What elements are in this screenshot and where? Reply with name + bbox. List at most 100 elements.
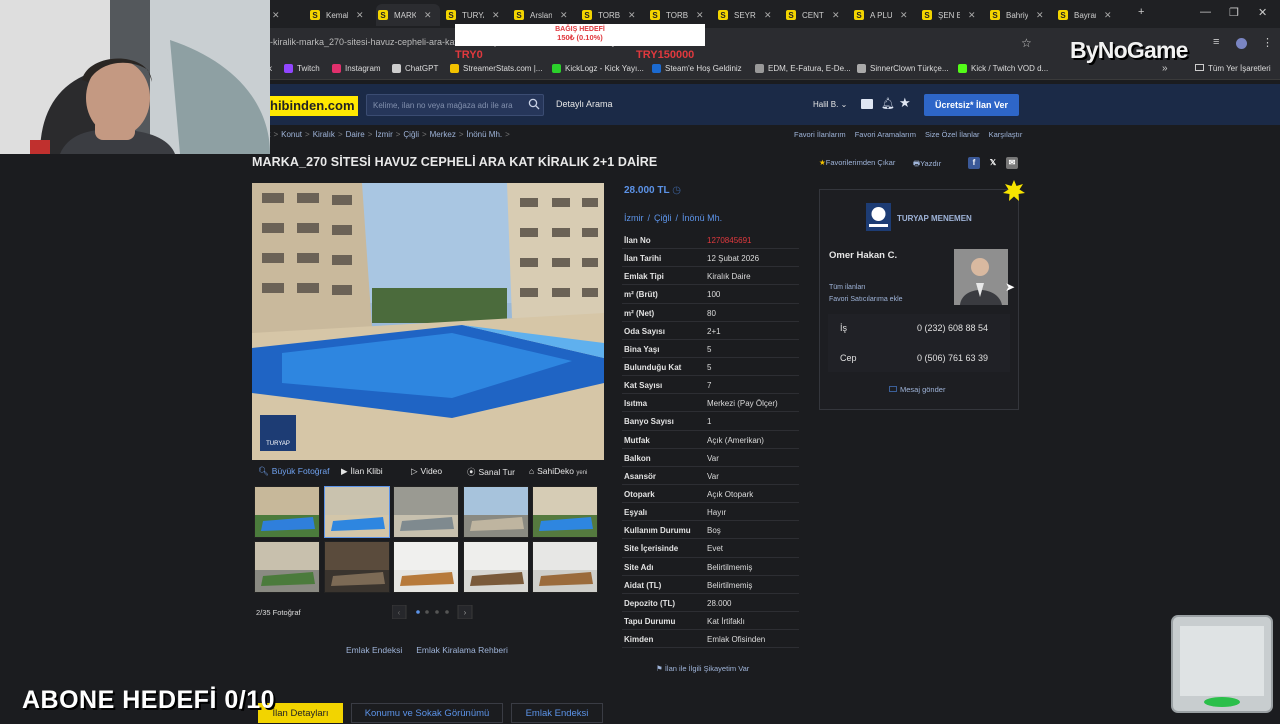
close-tab-icon[interactable]: ✕ xyxy=(628,10,636,21)
sahideko-tab[interactable]: ⌂ SahiDeko yeni xyxy=(529,466,587,476)
email-share-icon[interactable]: ✉ xyxy=(1006,157,1018,169)
extensions-icon[interactable]: ≡ xyxy=(1213,36,1219,48)
top-link[interactable]: Favori Aramalarım xyxy=(855,130,916,139)
browser-tab[interactable]: S TURYAP ✕ xyxy=(444,4,508,26)
close-tab-icon[interactable]: ✕ xyxy=(696,10,704,21)
send-message-link[interactable]: Mesaj gönder xyxy=(889,385,945,394)
browser-tab[interactable]: S MARKA ✕ xyxy=(376,4,440,26)
messages-icon[interactable] xyxy=(861,99,873,109)
bookmarks-overflow-icon[interactable]: » xyxy=(1162,63,1168,74)
close-tab-icon[interactable]: ✕ xyxy=(424,10,432,21)
large-photo-tab[interactable]: 🔍︎ Büyük Fotoğraf xyxy=(258,466,329,477)
close-tab-icon[interactable]: ✕ xyxy=(764,10,772,21)
search-icon[interactable] xyxy=(528,98,540,110)
maximize-icon[interactable]: ❐ xyxy=(1229,6,1239,19)
close-tab-icon[interactable]: ✕ xyxy=(492,10,500,21)
photo-thumbnail[interactable] xyxy=(254,486,320,538)
bell-icon[interactable]: 🔔︎ xyxy=(881,97,895,110)
bookmark-item[interactable]: EDM, E-Fatura, E-De... xyxy=(755,64,851,73)
breadcrumb-item[interactable]: Merkez xyxy=(430,130,456,139)
close-tab-icon[interactable]: ✕ xyxy=(900,10,908,21)
photo-thumbnail[interactable] xyxy=(393,486,459,538)
photo-thumbnail[interactable] xyxy=(323,541,390,593)
new-tab-button[interactable]: + xyxy=(1138,6,1144,18)
profile-avatar[interactable] xyxy=(1236,38,1247,49)
user-menu[interactable]: Halil B. ⌄ xyxy=(813,100,847,109)
all-ads-link[interactable]: Tüm ilanları xyxy=(829,284,866,291)
favorite-remove-link[interactable]: ★Favorilerimden Çıkar xyxy=(819,158,895,167)
browser-tab[interactable]: S ŞEN E ✕ xyxy=(920,4,984,26)
agency-logo[interactable] xyxy=(866,203,891,231)
bottom-tab[interactable]: Konumu ve Sokak Görünümü xyxy=(351,703,503,723)
browser-tab[interactable]: S SEYRE ✕ xyxy=(716,4,780,26)
breadcrumb-item[interactable]: Konut xyxy=(281,130,302,139)
close-tab-icon[interactable]: ✕ xyxy=(356,10,364,21)
close-window-icon[interactable]: ✕ xyxy=(1258,6,1267,19)
photo-thumbnail[interactable] xyxy=(532,486,598,538)
star-icon[interactable]: ☆ xyxy=(1021,36,1032,50)
bookmark-item[interactable]: Instagram xyxy=(332,64,381,73)
close-tab-icon[interactable]: ✕ xyxy=(968,10,976,21)
close-tab-icon[interactable]: ✕ xyxy=(1104,10,1112,21)
browser-tab[interactable]: S TORBA ✕ xyxy=(580,4,644,26)
minimize-icon[interactable]: — xyxy=(1200,6,1211,18)
top-link[interactable]: Size Özel İlanlar xyxy=(925,130,980,139)
photo-thumbnail[interactable] xyxy=(323,486,390,538)
all-bookmarks-link[interactable]: Tüm Yer İşaretleri xyxy=(1195,64,1271,73)
photo-thumbnail[interactable] xyxy=(393,541,459,593)
favorites-star-icon[interactable]: ★ xyxy=(899,95,911,111)
photo-thumbnail[interactable] xyxy=(254,541,320,593)
bookmark-item[interactable]: Twitch xyxy=(284,64,320,73)
top-link[interactable]: Favori İlanlarım xyxy=(794,130,846,139)
bottom-link[interactable]: Emlak Kiralama Rehberi xyxy=(416,645,508,655)
browser-tab[interactable]: S Bayram ✕ xyxy=(1056,4,1120,26)
phone-number[interactable]: 0 (506) 761 63 39 xyxy=(917,353,988,363)
listing-clip-tab[interactable]: ▶ İlan Klibi xyxy=(341,466,383,477)
close-tab-icon[interactable]: ✕ xyxy=(272,4,302,26)
price-history-icon[interactable]: ◷ xyxy=(672,185,681,196)
bookmark-item[interactable]: SinnerClown Türkçe... xyxy=(857,64,949,73)
breadcrumb-item[interactable]: Çiğli xyxy=(403,130,419,139)
bookmark-item[interactable]: Kick / Twitch VOD d... xyxy=(958,64,1048,73)
close-tab-icon[interactable]: ✕ xyxy=(1036,10,1044,21)
print-link[interactable]: 🖶︎Yazdır xyxy=(913,158,941,171)
breadcrumb-item[interactable]: İzmir xyxy=(375,130,392,139)
agency-name[interactable]: TURYAP MENEMEN xyxy=(897,214,972,223)
site-logo[interactable]: hibinden.com xyxy=(268,96,358,116)
search-input[interactable]: Kelime, ilan no veya mağaza adı ile ara xyxy=(366,94,544,116)
video-tab[interactable]: ▷ Video xyxy=(411,466,442,477)
bookmark-item[interactable]: Steam'e Hoş Geldiniz xyxy=(652,64,742,73)
photo-pager[interactable]: ‹ › xyxy=(392,605,474,619)
photo-thumbnail[interactable] xyxy=(462,486,529,538)
breadcrumb-item[interactable]: İnönü Mh. xyxy=(467,130,503,139)
close-tab-icon[interactable]: ✕ xyxy=(560,10,568,21)
browser-tab[interactable]: S Kemal ✕ xyxy=(308,4,372,26)
top-link[interactable]: Karşılaştır xyxy=(989,130,1023,139)
complaint-link[interactable]: ⚑ İlan ile İlgili Şikayetim Var xyxy=(656,664,749,673)
free-ad-button[interactable]: Ücretsiz* İlan Ver xyxy=(924,94,1019,116)
facebook-share-icon[interactable]: f xyxy=(968,157,980,169)
breadcrumb-item[interactable]: Daire xyxy=(346,130,365,139)
location-link[interactable]: İzmir xyxy=(624,213,644,223)
bottom-link[interactable]: Emlak Endeksi xyxy=(346,645,402,655)
bookmark-item[interactable]: StreamerStats.com |... xyxy=(450,64,542,73)
x-share-icon[interactable]: 𝕏 xyxy=(987,157,999,169)
breadcrumb-item[interactable]: Kiralık xyxy=(313,130,335,139)
bookmark-item[interactable]: ChatGPT xyxy=(392,64,438,73)
phone-number[interactable]: 0 (232) 608 88 54 xyxy=(917,323,988,333)
browser-tab[interactable]: S Arslan ✕ xyxy=(512,4,576,26)
detailed-search-link[interactable]: Detaylı Arama xyxy=(556,99,613,109)
browser-tab[interactable]: S CENTI ✕ xyxy=(784,4,848,26)
browser-tab[interactable]: S A PLUS ✕ xyxy=(852,4,916,26)
favorite-seller-link[interactable]: Favori Satıcılarıma ekle xyxy=(829,296,903,303)
bookmark-item[interactable]: KickLogz - Kick Yayı... xyxy=(552,64,644,73)
virtual-tour-tab[interactable]: ⦿ Sanal Tur xyxy=(467,466,515,478)
close-tab-icon[interactable]: ✕ xyxy=(832,10,840,21)
location-link[interactable]: İnönü Mh. xyxy=(682,213,722,223)
menu-icon[interactable]: ⋮ xyxy=(1262,36,1273,49)
main-photo[interactable]: TURYAP xyxy=(252,183,604,460)
photo-thumbnail[interactable] xyxy=(462,541,529,593)
bottom-tab[interactable]: Emlak Endeksi xyxy=(511,703,603,723)
location-link[interactable]: Çiğli xyxy=(654,213,672,223)
photo-thumbnail[interactable] xyxy=(532,541,598,593)
